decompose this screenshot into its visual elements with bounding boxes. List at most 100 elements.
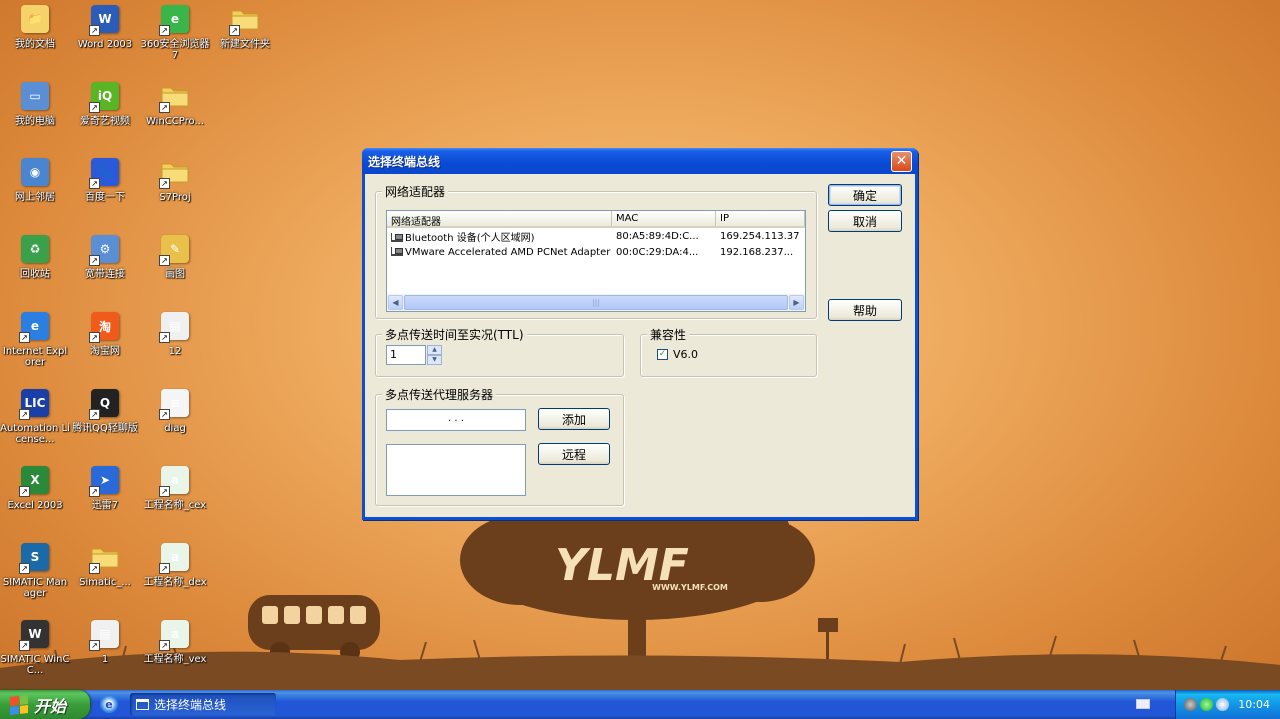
desktop-icon[interactable]: W ↗ Word 2003 [70, 3, 140, 50]
desktop-icon[interactable]: a ↗ 工程名称_cex [140, 464, 210, 511]
folder-icon: ↗ [229, 3, 261, 36]
desktop-icon[interactable]: ↗ WinCCPro... [140, 80, 210, 127]
network-places-icon: ◉ [19, 156, 51, 188]
desktop-icon[interactable]: 📁 我的文档 [0, 3, 70, 50]
desktop-icon[interactable]: ≡ ↗ diag [140, 387, 210, 434]
tray-monitor-icon[interactable] [1184, 698, 1197, 711]
desktop-icon[interactable]: ▤ ↗ 1 [70, 618, 140, 665]
table-row[interactable]: Bluetooth 设备(个人区域网) 80:A5:89:4D:C... 169… [387, 228, 805, 244]
taobao-icon: 淘 ↗ [89, 310, 121, 343]
excel-file-icon: a ↗ [159, 464, 191, 497]
desktop-icon[interactable]: S ↗ SIMATIC Manager [0, 541, 70, 599]
document-icon: ▤ ↗ [159, 310, 191, 343]
table-row[interactable]: VMware Accelerated AMD PCNet Adapter 00:… [387, 244, 805, 260]
desktop-icon[interactable]: ▭ 我的电脑 [0, 80, 70, 127]
shortcut-arrow-icon: ↗ [159, 486, 170, 497]
wallpaper-url: WWW.YLMF.COM [652, 583, 728, 592]
cancel-button[interactable]: 取消 [828, 210, 902, 232]
proxy-ip-input[interactable]: . . . [386, 409, 526, 431]
shortcut-arrow-icon: ↗ [159, 409, 170, 420]
spin-down-icon[interactable]: ▼ [427, 355, 442, 365]
desktop-icon[interactable]: ↗ S7Proj [140, 156, 210, 203]
text-file-icon: ≡ ↗ [159, 387, 191, 420]
qq-icon: Q ↗ [89, 387, 121, 420]
desktop-icon[interactable]: LIC ↗ Automation License... [0, 387, 70, 445]
horizontal-scrollbar[interactable]: ◀ ||| ▶ [387, 294, 805, 311]
help-button[interactable]: 帮助 [828, 299, 902, 321]
desktop-icon[interactable]: a ↗ 工程名称_vex [140, 618, 210, 665]
v6-checkbox[interactable]: ✓ [657, 349, 668, 360]
compatibility-group-title: 兼容性 [647, 326, 690, 343]
desktop-icon[interactable]: ➤ ↗ 迅雷7 [70, 464, 140, 511]
desktop-icon-label: 新建文件夹 [220, 39, 270, 50]
word-icon: W ↗ [89, 3, 121, 36]
desktop-icon[interactable]: ▤ ↗ 12 [140, 310, 210, 357]
add-button[interactable]: 添加 [538, 408, 610, 430]
taskbar-item-dialog[interactable]: 选择终端总线 [130, 693, 276, 716]
ttl-group: 多点传送时间至实况(TTL) 1 ▲ ▼ [375, 326, 624, 377]
folder-icon: ↗ [159, 80, 191, 113]
dialog-titlebar[interactable]: 选择终端总线 ✕ [362, 148, 918, 174]
remote-button[interactable]: 远程 [538, 443, 610, 465]
desktop-icon-label: S7Proj [159, 192, 191, 203]
tray-network-icon[interactable] [1216, 698, 1229, 711]
desktop-icon[interactable]: iQ ↗ 爱奇艺视频 [70, 80, 140, 127]
shortcut-arrow-icon: ↗ [89, 640, 100, 651]
compatibility-group: 兼容性 ✓ V6.0 [640, 326, 817, 377]
desktop-icon[interactable]: W ↗ SIMATIC WinCC... [0, 618, 70, 676]
desktop-icon[interactable]: e ↗ Internet Explorer [0, 310, 70, 368]
close-icon[interactable]: ✕ [891, 150, 912, 172]
column-header-mac[interactable]: MAC [612, 211, 716, 226]
desktop-icon[interactable]: ⚙ ↗ 宽带连接 [70, 233, 140, 280]
desktop-icon[interactable]: X ↗ Excel 2003 [0, 464, 70, 511]
adapter-list[interactable]: 网络适配器 MAC IP Bluetooth 设备(个人区域网) 80:A5:8… [386, 210, 806, 312]
dialog-title: 选择终端总线 [368, 154, 441, 169]
spin-up-icon[interactable]: ▲ [427, 345, 442, 355]
shortcut-arrow-icon: ↗ [159, 25, 170, 36]
desktop-icon[interactable]: ✎ ↗ 画图 [140, 233, 210, 280]
scroll-left-icon[interactable]: ◀ [388, 295, 403, 310]
column-header-ip[interactable]: IP [716, 211, 805, 226]
keyboard-icon[interactable] [1136, 699, 1150, 709]
scroll-thumb[interactable]: ||| [404, 295, 788, 310]
tray-shield-icon[interactable] [1200, 698, 1213, 711]
shortcut-arrow-icon: ↗ [89, 409, 100, 420]
adapter-ip: 169.254.113.37 [720, 230, 800, 242]
desktop-icon-label: 迅雷7 [91, 500, 119, 511]
proxy-server-group: 多点传送代理服务器 . . . 添加 远程 [375, 386, 624, 506]
proxy-server-list[interactable] [386, 444, 526, 496]
ttl-spinner[interactable]: ▲ ▼ [427, 345, 442, 365]
desktop-icon[interactable]: 淘 ↗ 淘宝网 [70, 310, 140, 357]
network-adapter-group: 网络适配器 网络适配器 MAC IP Bluetooth 设备(个人区域网) 8… [375, 183, 817, 319]
desktop-icon[interactable]: ♻ 回收站 [0, 233, 70, 280]
shortcut-arrow-icon: ↗ [89, 102, 100, 113]
broadband-icon: ⚙ ↗ [89, 233, 121, 266]
ok-button[interactable]: 确定 [828, 184, 902, 206]
shortcut-arrow-icon: ↗ [89, 332, 100, 343]
desktop-icon[interactable]: Q ↗ 腾讯QQ轻聊版 [70, 387, 140, 434]
desktop-icon-label: 12 [168, 346, 182, 357]
ttl-group-title: 多点传送时间至实况(TTL) [382, 326, 527, 343]
paint-icon: ✎ ↗ [159, 233, 191, 266]
desktop-icon[interactable]: 🐾 ↗ 百度一下 [70, 156, 140, 203]
ie-quicklaunch-icon[interactable]: e [100, 695, 118, 713]
shortcut-arrow-icon: ↗ [89, 178, 100, 189]
scroll-right-icon[interactable]: ▶ [789, 295, 804, 310]
start-button[interactable]: 开始 [0, 690, 90, 719]
ttl-input[interactable]: 1 [386, 345, 426, 365]
shortcut-arrow-icon: ↗ [89, 255, 100, 266]
clock: 10:04 [1238, 698, 1270, 711]
desktop-icon[interactable]: ↗ Simatic_... [70, 541, 140, 588]
document-icon: ▤ ↗ [89, 618, 121, 651]
desktop-icon[interactable]: ◉ 网上邻居 [0, 156, 70, 203]
column-header-adapter[interactable]: 网络适配器 [387, 211, 612, 226]
license-icon: LIC ↗ [19, 387, 51, 420]
browser-360-icon: e ↗ [159, 3, 191, 36]
excel-icon: X ↗ [19, 464, 51, 497]
shortcut-arrow-icon: ↗ [159, 332, 170, 343]
desktop-icon-label: 回收站 [20, 269, 50, 280]
desktop-icon[interactable]: e ↗ 360安全浏览器7 [140, 3, 210, 61]
desktop-icon[interactable]: a ↗ 工程名称_dex [140, 541, 210, 588]
desktop-icon[interactable]: ↗ 新建文件夹 [210, 3, 280, 50]
shortcut-arrow-icon: ↗ [159, 640, 170, 651]
